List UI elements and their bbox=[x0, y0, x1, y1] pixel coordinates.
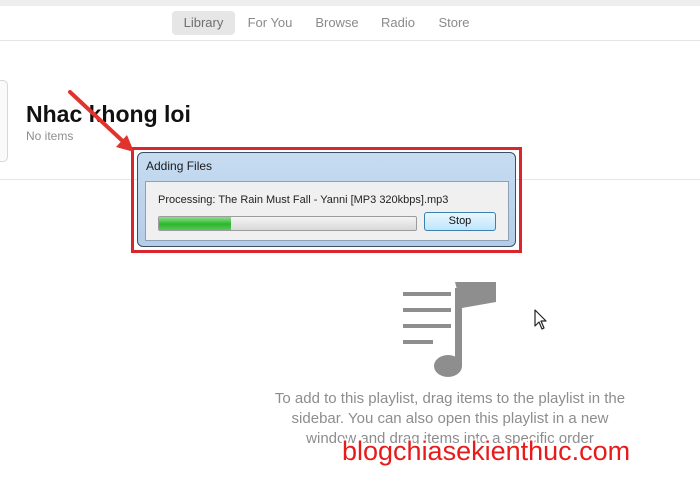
annotation-arrow-icon bbox=[68, 90, 134, 152]
tab-radio[interactable]: Radio bbox=[374, 11, 422, 35]
watermark-text: blogchiasekienthuc.com bbox=[342, 436, 631, 466]
processing-status: Processing: The Rain Must Fall - Yanni [… bbox=[158, 194, 449, 206]
stop-button[interactable]: Stop bbox=[424, 212, 496, 231]
dialog-title: Adding Files bbox=[146, 159, 213, 173]
tab-store[interactable]: Store bbox=[430, 11, 478, 35]
music-note-list-icon bbox=[403, 282, 496, 377]
tab-browse[interactable]: Browse bbox=[308, 11, 366, 35]
playlist-artwork bbox=[0, 80, 8, 162]
adding-files-dialog: Adding Files Processing: The Rain Must F… bbox=[137, 152, 516, 247]
mouse-cursor-icon bbox=[534, 309, 547, 330]
progress-bar bbox=[158, 216, 417, 231]
tab-library[interactable]: Library bbox=[172, 11, 235, 35]
dialog-panel: Processing: The Rain Must Fall - Yanni [… bbox=[145, 181, 509, 241]
top-navigation: Library For You Browse Radio Store bbox=[0, 6, 700, 41]
tab-for-you[interactable]: For You bbox=[240, 11, 300, 35]
progress-bar-fill bbox=[159, 217, 231, 230]
